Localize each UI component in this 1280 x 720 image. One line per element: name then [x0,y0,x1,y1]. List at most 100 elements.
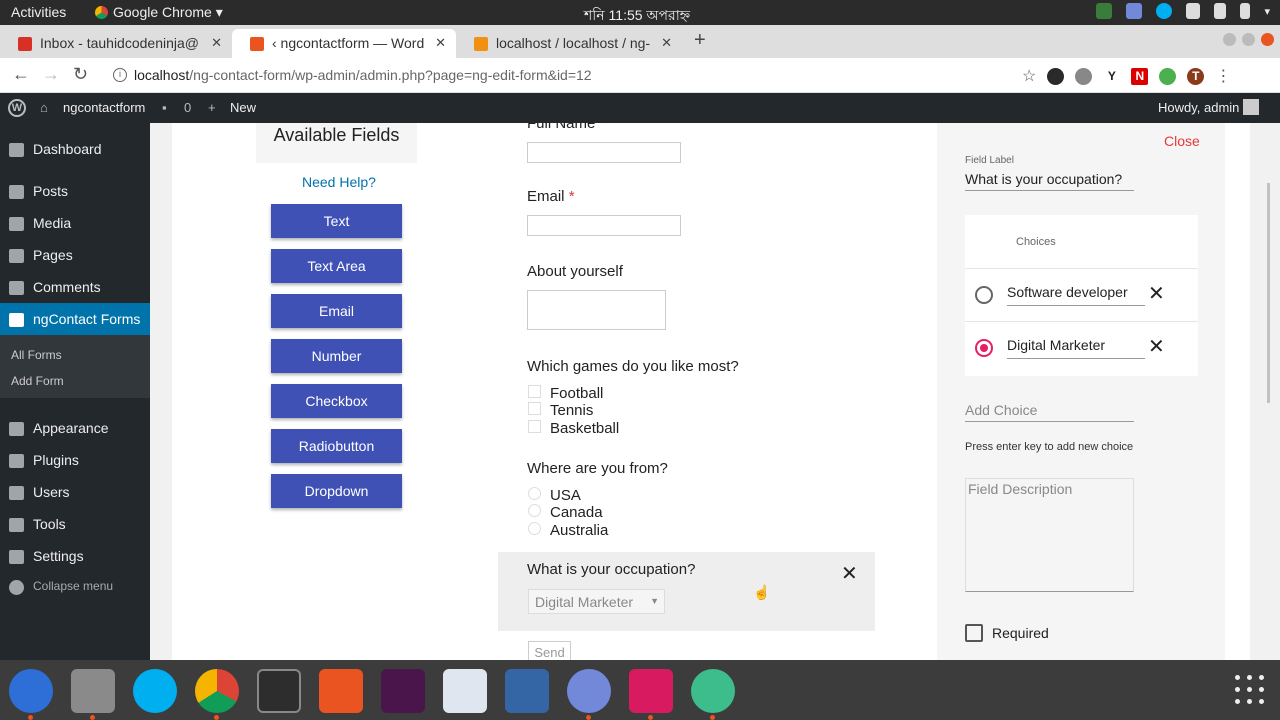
delete-choice-icon[interactable]: ✕ [1148,281,1165,306]
submenu-all-forms[interactable]: All Forms [11,348,62,362]
remove-field-icon[interactable]: ✕ [841,561,858,586]
show-apps-icon[interactable] [1235,675,1265,705]
menu-icon[interactable]: ⋮ [1215,66,1231,86]
sidebar-item-pages[interactable]: Pages [0,239,150,271]
evernote-icon[interactable] [1096,3,1113,19]
avatar[interactable]: T [1187,67,1205,85]
close-button[interactable]: Close [1164,133,1200,149]
maximize-button[interactable] [1242,33,1255,46]
site-name[interactable]: ngcontactform [63,100,145,115]
add-radiobutton-button[interactable]: Radiobutton [271,429,402,463]
home-icon[interactable]: ⌂ [40,100,48,115]
need-help-link[interactable]: Need Help? [302,174,376,190]
battery-icon[interactable] [1240,3,1251,19]
occupation-select[interactable]: Digital Marketer ▼ [528,589,665,614]
checkbox-tennis[interactable] [528,402,541,415]
sidebar-item-users[interactable]: Users [0,476,150,508]
tab-inbox[interactable]: Inbox - tauhidcodeninja@ ✕ [0,29,232,58]
howdy-user[interactable]: Howdy, admin [1158,100,1239,115]
slack-icon[interactable] [381,669,425,713]
comment-count[interactable]: 0 [184,100,191,115]
thunderbird-icon[interactable] [9,669,53,720]
delete-choice-icon[interactable]: ✕ [1148,334,1165,359]
tab-wordpress[interactable]: ‹ ngcontactform — Word ✕ [232,29,456,58]
checkbox-football[interactable] [528,385,541,398]
collapse-icon[interactable] [9,580,24,595]
add-email-button[interactable]: Email [271,294,402,328]
app-menu[interactable]: Google Chrome ▾ [95,4,223,21]
bookmark-star-icon[interactable]: ☆ [1022,66,1036,86]
add-text-button[interactable]: Text [271,204,402,238]
files-icon[interactable] [71,669,115,720]
sidebar-item-plugins[interactable]: Plugins [0,444,150,476]
skype-tray-icon[interactable] [1156,3,1173,19]
volume-icon[interactable] [1214,3,1227,19]
sidebar-item-ngcontact-forms[interactable]: ngContact Forms [0,303,150,335]
wordpress-icon[interactable]: W [8,99,26,117]
minimize-button[interactable] [1223,33,1236,46]
close-tab-icon[interactable]: ✕ [211,35,222,51]
chrome-icon[interactable] [195,669,239,720]
radio-usa[interactable] [528,487,541,500]
radio-australia[interactable] [528,522,541,535]
extension-icon[interactable] [1047,67,1065,85]
forward-icon[interactable]: → [42,64,60,85]
choice-input-digital-marketer[interactable]: Digital Marketer [1007,337,1145,359]
sidebar-item-media[interactable]: Media [0,207,150,239]
email-input[interactable] [527,215,681,236]
user-avatar[interactable] [1243,99,1259,115]
atom-icon[interactable] [691,669,735,720]
new-content-link[interactable]: New [230,100,256,115]
field-label-input[interactable]: What is your occupation? [965,171,1134,191]
comment-icon[interactable]: ▪ [162,100,167,115]
sidebar-item-dashboard[interactable]: Dashboard [0,133,150,165]
wifi-icon[interactable] [1186,3,1201,19]
sidebar-item-tools[interactable]: Tools [0,508,150,540]
submenu-add-form[interactable]: Add Form [11,374,64,388]
extension-icon[interactable]: N [1131,67,1149,85]
full-name-input[interactable] [527,142,681,163]
required-checkbox[interactable] [965,624,983,642]
extension-icon[interactable] [1159,67,1177,85]
new-tab-button[interactable]: + [694,29,706,52]
close-tab-icon[interactable]: ✕ [661,35,672,51]
scrollbar[interactable] [1267,183,1270,403]
gitkraken-icon[interactable] [629,669,673,720]
sidebar-item-appearance[interactable]: Appearance [0,412,150,444]
sidebar-item-comments[interactable]: Comments [0,271,150,303]
add-choice-input[interactable]: Add Choice [965,402,1134,422]
reload-icon[interactable]: ↻ [73,64,88,85]
sidebar-item-settings[interactable]: Settings [0,540,150,572]
close-tab-icon[interactable]: ✕ [435,35,446,51]
checkbox-basketball[interactable] [528,420,541,433]
occupation-field-row[interactable]: What is your occupation? ✕ Digital Marke… [498,552,875,631]
remote-desktop-icon[interactable] [505,669,549,713]
plus-icon[interactable]: + [208,100,216,115]
text-editor-icon[interactable] [443,669,487,713]
tab-phpmyadmin[interactable]: localhost / localhost / ng- ✕ [456,29,682,58]
power-menu-icon[interactable]: ▾ [1264,5,1270,18]
field-description-textarea[interactable]: Field Description [965,478,1134,592]
extension-icon[interactable] [1075,67,1093,85]
add-checkbox-button[interactable]: Checkbox [271,384,402,418]
discord-tray-icon[interactable] [1126,3,1143,19]
collapse-menu[interactable]: Collapse menu [33,579,113,593]
software-center-icon[interactable] [319,669,363,713]
add-dropdown-button[interactable]: Dropdown [271,474,402,508]
address-bar[interactable]: i localhost/ng-contact-form/wp-admin/adm… [104,62,1014,89]
close-window-button[interactable] [1261,33,1274,46]
discord-icon[interactable] [567,669,611,720]
choice-radio-software-developer[interactable] [975,286,993,304]
add-number-button[interactable]: Number [271,339,402,373]
back-icon[interactable]: ← [12,64,30,85]
skype-icon[interactable] [133,669,177,713]
extension-icon[interactable]: Y [1103,67,1121,85]
terminal-icon[interactable] [257,669,301,713]
choice-input-software-developer[interactable]: Software developer [1007,284,1145,306]
choice-radio-digital-marketer[interactable] [975,339,993,357]
send-button[interactable]: Send [528,641,571,660]
sidebar-item-posts[interactable]: Posts [0,175,150,207]
about-textarea[interactable] [527,290,666,330]
activities-button[interactable]: Activities [11,4,66,20]
radio-canada[interactable] [528,504,541,517]
